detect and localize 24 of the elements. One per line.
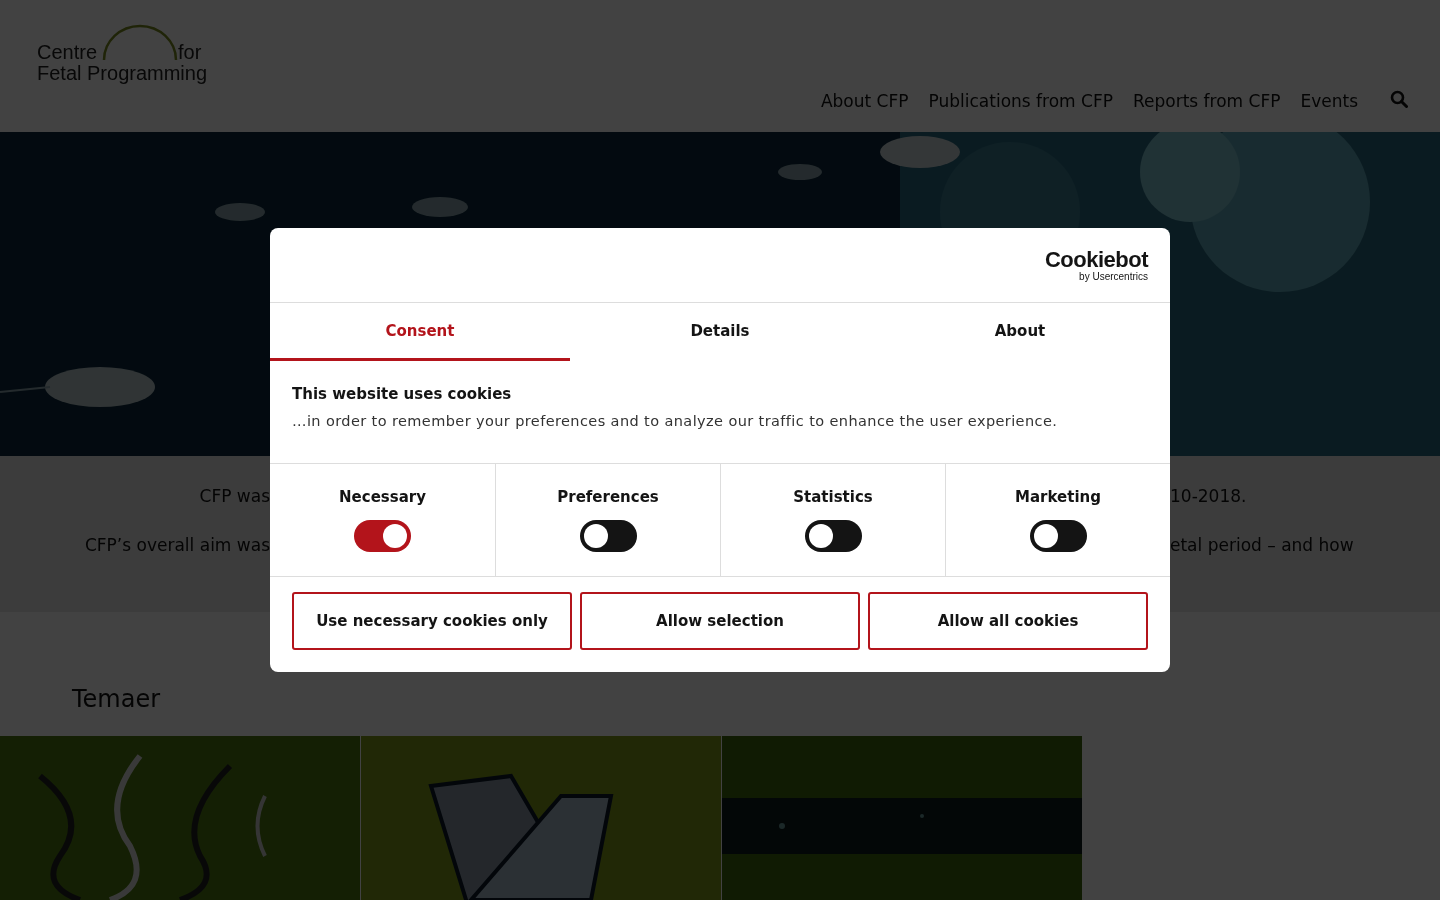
consent-button[interactable]: Use necessary cookies only xyxy=(292,592,572,650)
consent-button[interactable]: Allow selection xyxy=(580,592,860,650)
brand-logo-text: Cookiebot xyxy=(1044,248,1148,271)
dialog-title: This website uses cookies xyxy=(292,385,513,403)
logo-text[interactable]: Centre xyxy=(37,41,98,63)
intro-text: CFP was xyxy=(199,486,270,508)
logo-text[interactable]: Fetal Programming xyxy=(37,62,208,84)
logo-text[interactable]: for xyxy=(178,41,202,63)
dialog-description: …in order to remember your preferences and to analyze our traffic to enhance the user experience. xyxy=(292,413,1059,429)
section-heading: Temaer xyxy=(72,684,161,714)
toggle-switch[interactable] xyxy=(579,520,637,552)
category-label: Necessary xyxy=(339,488,426,506)
category-label: Statistics xyxy=(793,488,873,506)
category-label: Marketing xyxy=(1015,488,1101,506)
consent-button[interactable]: Allow all cookies xyxy=(868,592,1148,650)
toggle-switch[interactable] xyxy=(804,520,862,552)
toggle-switch[interactable] xyxy=(354,520,411,552)
intro-text: CFP’s overall aim was xyxy=(84,535,270,557)
category-label: Preferences xyxy=(557,488,659,506)
intro-text: etal period – and how xyxy=(1170,535,1354,557)
toggle-switch[interactable] xyxy=(1029,520,1087,552)
nav-link[interactable]: Reports from CFP xyxy=(1132,90,1281,112)
brand-byline: by Usercentrics xyxy=(1079,270,1148,282)
intro-text: 10-2018. xyxy=(1170,486,1247,508)
